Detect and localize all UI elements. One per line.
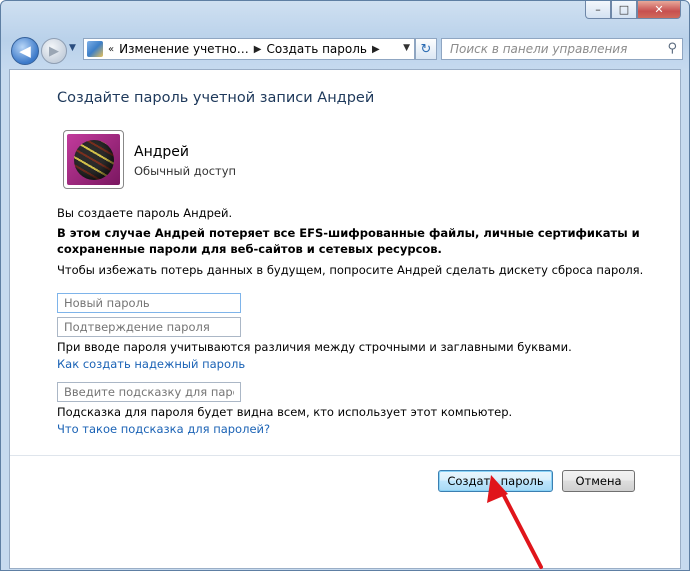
close-button[interactable]: ✕ bbox=[637, 1, 681, 19]
password-hint-help-link[interactable]: Что такое подсказка для паролей? bbox=[57, 422, 270, 436]
user-name: Андрей bbox=[134, 144, 190, 160]
advice-text: Чтобы избежать потерь данных в будущем, … bbox=[57, 263, 644, 277]
warning-text-line-1: В этом случае Андрей потеряет все EFS-ши… bbox=[57, 226, 640, 240]
close-icon: ✕ bbox=[654, 3, 664, 16]
search-input[interactable]: Поиск в панели управления ⚲ bbox=[441, 38, 683, 60]
address-bar[interactable]: « Изменение учетно… ▶ Создать пароль ▶ ▼ bbox=[83, 38, 415, 60]
breadcrumb-separator-icon[interactable]: ▶ bbox=[254, 44, 262, 55]
chevron-down-icon: ▼ bbox=[69, 43, 76, 53]
search-placeholder: Поиск в панели управления bbox=[450, 42, 628, 56]
back-button[interactable]: ◀ bbox=[11, 37, 39, 65]
confirm-password-field[interactable] bbox=[57, 317, 241, 337]
warning-text-line-2: сохраненные пароли для веб-сайтов и сете… bbox=[57, 242, 442, 256]
back-arrow-icon: ◀ bbox=[19, 42, 31, 60]
chevron-down-icon[interactable]: ▼ bbox=[403, 43, 410, 53]
breadcrumb-item[interactable]: Создать пароль bbox=[266, 42, 367, 56]
user-account-type: Обычный доступ bbox=[134, 164, 237, 178]
refresh-button[interactable]: ↻ bbox=[415, 38, 437, 60]
create-password-button[interactable]: Создать пароль bbox=[438, 470, 553, 492]
caption-buttons: – □ ✕ bbox=[585, 1, 681, 19]
new-password-field[interactable] bbox=[57, 293, 241, 313]
minimize-button[interactable]: – bbox=[585, 1, 611, 19]
breadcrumb-item[interactable]: Изменение учетно… bbox=[119, 42, 249, 56]
user-picture bbox=[67, 134, 120, 185]
breadcrumb-overflow[interactable]: « bbox=[108, 44, 114, 55]
maximize-button[interactable]: □ bbox=[611, 1, 637, 19]
forward-button[interactable]: ▶ bbox=[41, 38, 67, 64]
window: – □ ✕ ◀ ▶ ▼ « Изменение учетно… ▶ Создат… bbox=[0, 0, 690, 571]
page-title: Создайте пароль учетной записи Андрей bbox=[57, 90, 375, 106]
maximize-icon: □ bbox=[618, 3, 630, 16]
avatar bbox=[63, 130, 124, 189]
hint-visibility-note: Подсказка для пароля будет видна всем, к… bbox=[57, 405, 513, 419]
case-sensitivity-note: При вводе пароля учитываются различия ме… bbox=[57, 340, 572, 354]
control-panel-icon bbox=[87, 41, 103, 57]
divider bbox=[10, 455, 680, 456]
forward-arrow-icon: ▶ bbox=[49, 43, 59, 59]
search-icon[interactable]: ⚲ bbox=[667, 41, 677, 56]
recent-pages-dropdown[interactable]: ▼ bbox=[69, 43, 76, 53]
strong-password-link[interactable]: Как создать надежный пароль bbox=[57, 357, 245, 371]
navigation-bar: ◀ ▶ ▼ « Изменение учетно… ▶ Создать паро… bbox=[9, 35, 683, 65]
intro-text: Вы создаете пароль Андрей. bbox=[57, 206, 233, 220]
refresh-icon: ↻ bbox=[420, 41, 432, 57]
minimize-icon: – bbox=[595, 3, 601, 16]
breadcrumb-separator-icon[interactable]: ▶ bbox=[372, 44, 380, 55]
main-content: Создайте пароль учетной записи Андрей Ан… bbox=[9, 69, 681, 569]
ball-icon bbox=[73, 139, 114, 180]
password-hint-field[interactable] bbox=[57, 382, 241, 402]
cancel-button[interactable]: Отмена bbox=[562, 470, 635, 492]
